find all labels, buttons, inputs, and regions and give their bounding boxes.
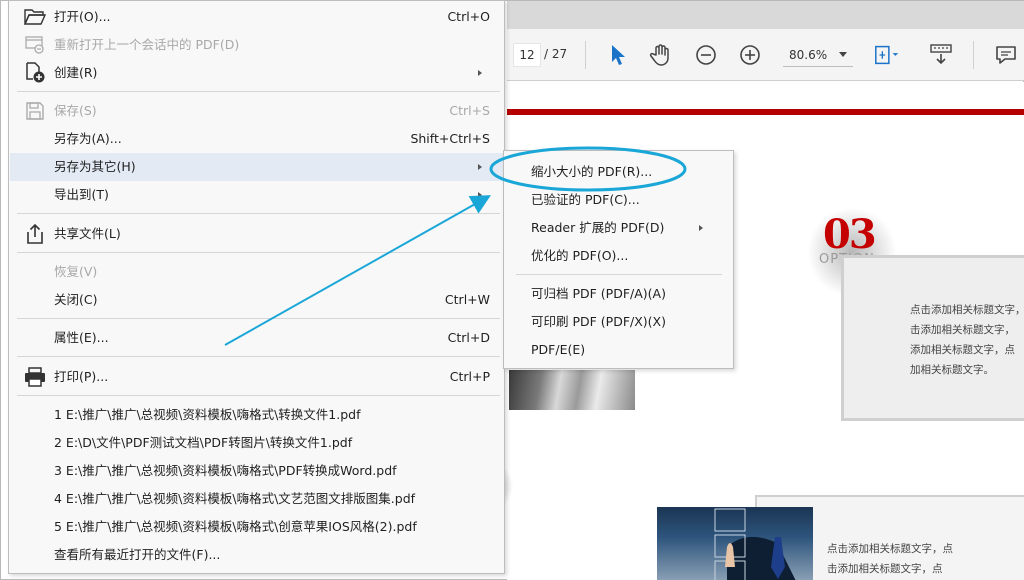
menu-item-share-file[interactable]: 共享文件(L) [10,220,504,248]
save-as-other-submenu: 缩小大小的 PDF(R)... 已验证的 PDF(C)... Reader 扩展… [503,150,734,369]
submenu-item-label: 优化的 PDF(O)... [531,248,629,263]
comment-icon[interactable] [992,41,1020,69]
submenu-arrow-icon [478,192,482,198]
folder-open-icon [24,7,46,27]
submenu-item-label: Reader 扩展的 PDF(D) [531,220,665,235]
submenu-item-pdf-a[interactable]: 可归档 PDF (PDF/A)(A) [505,280,733,308]
menu-item-revert[interactable]: 恢复(V) [10,258,504,286]
menu-separator [17,252,500,253]
menu-item-label: 创建(R) [54,65,98,80]
submenu-arrow-icon [478,70,482,76]
fit-page-icon[interactable] [873,41,901,69]
menu-separator [516,274,722,275]
menu-item-save-as[interactable]: 另存为(A)... Shift+Ctrl+S [10,125,504,153]
submenu-item-label: 已验证的 PDF(C)... [531,192,640,207]
print-icon [24,367,46,387]
menu-item-label: 恢复(V) [54,264,98,279]
header-red-bar [507,109,1024,115]
menu-item-shortcut: Ctrl+W [444,292,490,307]
card-text: 点击添加相关标题文字， 击添加相关标题文字， 添加相关标题文字，点 加相关标题文… [910,304,1024,376]
menu-item-open[interactable]: 打开(O)... Ctrl+O [10,3,504,31]
submenu-item-optimized-pdf[interactable]: 优化的 PDF(O)... [505,242,733,270]
zoom-in-icon[interactable] [736,41,764,69]
menu-item-label: 重新打开上一个会话中的 PDF(D) [54,37,240,52]
menu-item-label: 关闭(C) [54,292,98,307]
menu-item-label: 导出到(T) [54,187,109,202]
recent-file-item[interactable]: 5 E:\推广\推广\总视频\资料模板\嗨格式\创意苹果IOS风格(2).pdf [10,513,504,541]
submenu-item-label: 缩小大小的 PDF(R)... [531,164,653,179]
recent-file-label: 1 E:\推广\推广\总视频\资料模板\嗨格式\转换文件1.pdf [54,407,361,422]
recent-file-item[interactable]: 2 E:\D\文件\PDF测试文档\PDF转图片\转换文件1.pdf [10,429,504,457]
menu-item-save[interactable]: 保存(S) Ctrl+S [10,97,504,125]
document-photo [509,370,635,410]
tab-strip [507,1,1024,29]
recent-file-label: 2 E:\D\文件\PDF测试文档\PDF转图片\转换文件1.pdf [54,435,353,450]
menu-item-shortcut: Ctrl+D [447,330,490,345]
menu-item-print[interactable]: 打印(P)... Ctrl+P [10,363,504,391]
file-menu: 打开(O)... Ctrl+O 重新打开上一个会话中的 PDF(D) 创建(R)… [8,0,505,574]
menu-separator [17,91,500,92]
submenu-item-certified-pdf[interactable]: 已验证的 PDF(C)... [505,186,733,214]
toolbar-divider [973,41,974,69]
page-total: / 27 [544,47,568,61]
menu-item-shortcut: Ctrl+P [449,369,490,384]
submenu-item-reader-extended-pdf[interactable]: Reader 扩展的 PDF(D) [505,214,733,242]
recent-file-label: 5 E:\推广\推广\总视频\资料模板\嗨格式\创意苹果IOS风格(2).pdf [54,519,417,534]
submenu-arrow-icon [478,164,482,170]
select-arrow-icon[interactable] [604,41,632,69]
section-number: 03 [823,211,877,258]
recent-file-item[interactable]: 4 E:\推广\推广\总视频\资料模板\嗨格式\文艺范图文排版图集.pdf [10,485,504,513]
menu-item-properties[interactable]: 属性(E)... Ctrl+D [10,324,504,352]
card-text: 点击添加相关标题文字，点 击添加相关标题文字，点 [827,543,953,575]
menu-item-shortcut: Ctrl+O [447,9,490,24]
menu-item-label: 查看所有最近打开的文件(F)... [54,547,221,562]
chevron-down-icon[interactable] [839,52,847,57]
recent-file-label: 4 E:\推广\推广\总视频\资料模板\嗨格式\文艺范图文排版图集.pdf [54,491,416,506]
create-pdf-icon [24,62,46,83]
menu-separator [17,356,500,357]
menu-item-shortcut: Shift+Ctrl+S [410,131,490,146]
menu-item-save-as-other[interactable]: 另存为其它(H) [10,153,504,181]
share-icon [24,223,46,244]
zoom-out-icon[interactable] [692,41,720,69]
menu-item-label: 保存(S) [54,103,97,118]
menu-item-label: 打印(P)... [54,369,109,384]
menu-item-shortcut: Ctrl+S [449,103,490,118]
hand-tool-icon[interactable] [647,41,675,69]
recent-file-item[interactable]: 1 E:\推广\推广\总视频\资料模板\嗨格式\转换文件1.pdf [10,401,504,429]
menu-separator [17,318,500,319]
menu-item-close[interactable]: 关闭(C) Ctrl+W [10,286,504,314]
submenu-item-label: PDF/E(E) [531,342,586,357]
text-card: 点击添加相关标题文字， 击添加相关标题文字， 添加相关标题文字，点 加相关标题文… [841,255,1024,421]
toolbar-divider [585,41,586,69]
page-number-input[interactable]: 12 [513,43,541,67]
submenu-item-label: 可印刷 PDF (PDF/X)(X) [531,314,666,329]
scroll-mode-icon[interactable] [927,41,955,69]
menu-item-create[interactable]: 创建(R) [10,59,504,87]
recent-file-label: 3 E:\推广\推广\总视频\资料模板\嗨格式\PDF转换成Word.pdf [54,463,397,478]
businessman-photo [657,507,813,580]
menu-item-view-all-recent[interactable]: 查看所有最近打开的文件(F)... [10,541,504,569]
submenu-arrow-icon [699,225,703,231]
submenu-item-pdf-x[interactable]: 可印刷 PDF (PDF/X)(X) [505,308,733,336]
menu-item-label: 共享文件(L) [54,226,121,241]
menu-separator [17,213,500,214]
menu-item-label: 另存为其它(H) [54,159,136,174]
menu-item-label: 打开(O)... [54,9,111,24]
menu-item-export-to[interactable]: 导出到(T) [10,181,504,209]
save-icon [24,101,46,121]
recent-file-item[interactable]: 3 E:\推广\推广\总视频\资料模板\嗨格式\PDF转换成Word.pdf [10,457,504,485]
submenu-item-reduced-size-pdf[interactable]: 缩小大小的 PDF(R)... [505,158,733,186]
submenu-item-label: 可归档 PDF (PDF/A)(A) [531,286,666,301]
submenu-item-pdf-e[interactable]: PDF/E(E) [505,336,733,364]
menu-separator [17,395,500,396]
menu-item-label: 属性(E)... [54,330,109,345]
menu-item-reopen-session[interactable]: 重新打开上一个会话中的 PDF(D) [10,31,504,59]
menu-item-label: 另存为(A)... [54,131,122,146]
reopen-session-icon [24,35,46,55]
